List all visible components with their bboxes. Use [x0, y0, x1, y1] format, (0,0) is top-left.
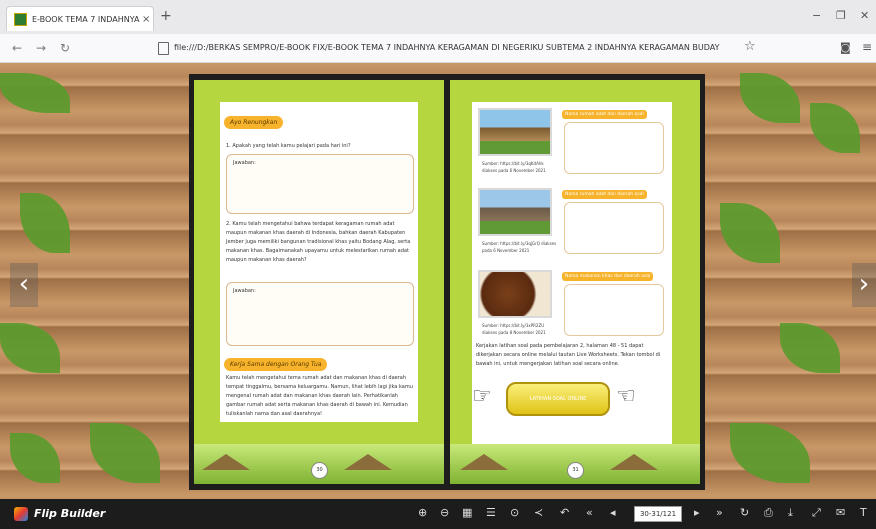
answer-box-1[interactable]: Jawaban:: [226, 154, 414, 214]
pocket-icon[interactable]: ◙: [840, 41, 851, 54]
answer-label-1: Jawaban:: [233, 160, 256, 166]
undo-icon[interactable]: ↶: [560, 506, 569, 519]
refresh-icon[interactable]: ↻: [740, 506, 749, 519]
flipbook-viewer: ‹ › Ayo Renungkan 1. Apakah yang telah k…: [0, 63, 876, 499]
reload-icon[interactable]: ↻: [60, 41, 70, 55]
makanan-khas-photo: [478, 270, 552, 318]
ayo-renungkan-heading: Ayo Renungkan: [224, 116, 284, 129]
section2-text: Kamu telah mengetahui tema rumah adat da…: [226, 375, 413, 417]
question-2: 2. Kamu telah mengetahui bahwa terdapat …: [226, 221, 411, 263]
answer-box-2[interactable]: Jawaban:: [226, 282, 414, 346]
print-icon[interactable]: ⎙: [764, 506, 773, 520]
new-tab-button[interactable]: +: [160, 8, 172, 24]
url-field[interactable]: file:///D:/BERKAS SEMPRO/E-BOOK FIX/E-BO…: [174, 43, 734, 52]
kerja-sama-heading: Kerja Sama dengan Orang Tua: [224, 358, 328, 371]
book-spread: Ayo Renungkan 1. Apakah yang telah kamu …: [189, 74, 705, 490]
page-icon: [158, 42, 169, 55]
autoplay-icon[interactable]: ⊙: [510, 506, 519, 519]
leaf-decoration: [90, 423, 160, 483]
leaf-decoration: [20, 193, 70, 253]
book-favicon-icon: [14, 12, 27, 26]
maximize-button[interactable]: ❐: [836, 9, 846, 22]
flipbuilder-toolbar: Flip Builder ⊕ ⊖ ▦ ☰ ⊙ ≺ ↶ « ◂ ▸ » ↻ ⎙ ⤓…: [0, 499, 876, 529]
prev-page-icon[interactable]: ◂: [610, 506, 616, 519]
leaf-decoration: [0, 73, 70, 113]
zoom-out-icon[interactable]: ⊖: [440, 506, 449, 519]
leaf-decoration: [730, 423, 810, 483]
zoom-in-icon[interactable]: ⊕: [418, 506, 427, 519]
leaf-decoration: [0, 323, 60, 373]
share-icon[interactable]: ≺: [534, 506, 543, 519]
browser-tab-bar: E-BOOK TEMA 7 INDAHNYA KE × + − ❐ ✕: [0, 0, 876, 34]
last-page-icon[interactable]: »: [716, 506, 723, 519]
back-icon[interactable]: ←: [12, 41, 22, 55]
address-bar: ← → ↻ file:///D:/BERKAS SEMPRO/E-BOOK FI…: [0, 34, 876, 63]
leaf-decoration: [740, 73, 800, 123]
browser-tab[interactable]: E-BOOK TEMA 7 INDAHNYA KE ×: [6, 6, 154, 31]
latihan-soal-online-button[interactable]: LATIHAN SOAL ONLINE: [506, 382, 610, 416]
rumah-adat-photo-1: [478, 108, 552, 156]
tag-rumah-adat-2: Nama rumah adat dan daerah asal: [562, 190, 647, 199]
pointing-hand-left-icon: ☜: [616, 384, 636, 409]
fullscreen-icon[interactable]: ⤢: [812, 506, 821, 520]
answer-box-rumah-adat-1[interactable]: [564, 122, 664, 174]
flipbuilder-logo-icon: [14, 507, 28, 521]
source-1: Sumber: https://bit.ly/3qKdAhk diakses p…: [482, 161, 546, 173]
tab-title: E-BOOK TEMA 7 INDAHNYA KE: [32, 14, 140, 24]
source-2: Sumber: https://bit.ly/3qjGrQ diakses pa…: [482, 241, 557, 253]
menu-icon[interactable]: ≡: [862, 40, 872, 54]
thumbnails-icon[interactable]: ▦: [462, 506, 472, 519]
leaf-decoration: [780, 323, 840, 373]
question-1: 1. Apakah yang telah kamu pelajari pada …: [226, 143, 351, 149]
answer-box-makanan-khas[interactable]: [564, 284, 664, 336]
leaf-decoration: [810, 103, 860, 153]
leaf-decoration: [10, 433, 60, 483]
tag-rumah-adat-1: Nama rumah adat dan daerah asal: [562, 110, 647, 119]
toc-icon[interactable]: ☰: [486, 506, 496, 519]
email-icon[interactable]: ✉: [836, 506, 845, 519]
right-page: Nama rumah adat dan daerah asal Sumber: …: [450, 80, 700, 484]
forward-icon[interactable]: →: [36, 41, 46, 55]
text-icon[interactable]: T: [860, 506, 867, 519]
tag-makanan-khas: Nama makanan khas dan daerah asal: [562, 272, 654, 281]
minimize-button[interactable]: −: [812, 9, 821, 22]
bookmark-star-icon[interactable]: ☆: [744, 39, 756, 54]
left-page: Ayo Renungkan 1. Apakah yang telah kamu …: [194, 80, 444, 484]
instruction-text: Kerjakan latihan soal pada pembelajaran …: [476, 343, 661, 367]
first-page-icon[interactable]: «: [586, 506, 593, 519]
previous-page-arrow[interactable]: ‹: [10, 263, 38, 307]
source-3: Sumber: https://bit.ly/3xPR2ZU diakses p…: [482, 323, 546, 335]
page-number-input[interactable]: 30-31/121: [634, 506, 682, 522]
flipbuilder-brand: Flip Builder: [34, 507, 106, 520]
next-page-icon[interactable]: ▸: [694, 506, 700, 519]
next-page-arrow[interactable]: ›: [852, 263, 876, 307]
download-icon[interactable]: ⤓: [788, 506, 793, 520]
rumah-adat-photo-2: [478, 188, 552, 236]
pointing-hand-right-icon: ☞: [472, 384, 492, 409]
page-number-right: 31: [567, 462, 584, 479]
close-tab-icon[interactable]: ×: [142, 14, 150, 25]
page-number-left: 30: [311, 462, 328, 479]
answer-box-rumah-adat-2[interactable]: [564, 202, 664, 254]
leaf-decoration: [720, 203, 780, 263]
answer-label-2: Jawaban:: [233, 288, 256, 294]
close-window-button[interactable]: ✕: [860, 9, 869, 22]
